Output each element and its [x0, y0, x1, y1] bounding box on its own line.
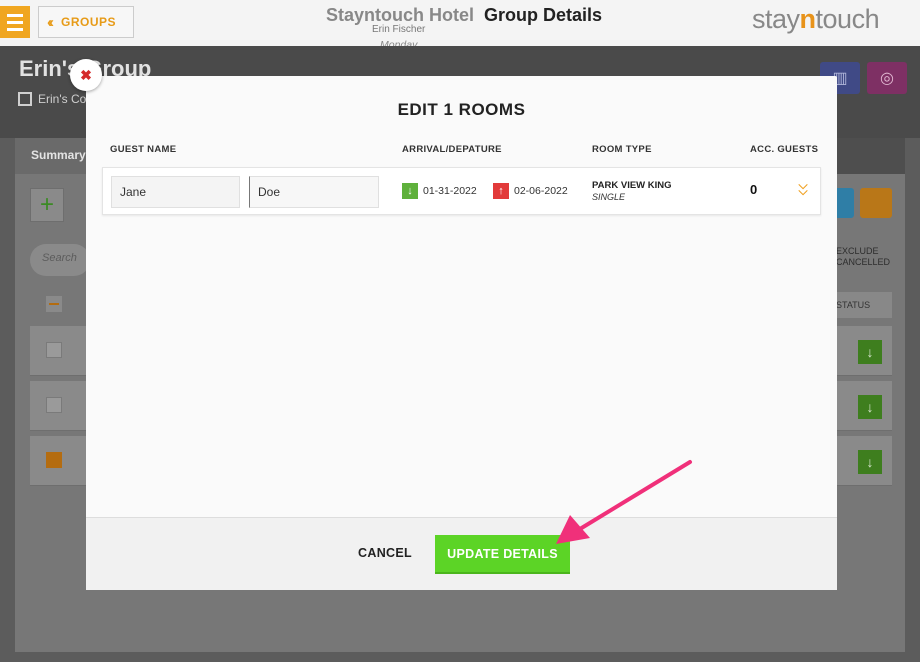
update-details-button[interactable]: UPDATE DETAILS	[435, 535, 570, 574]
departure-arrow-icon: ↑	[493, 183, 509, 199]
arrow-down-icon[interactable]: ↓	[858, 340, 882, 364]
room-subtype: SINGLE	[592, 192, 626, 202]
top-bar: ‹‹ GROUPS Stayntouch Hotel Group Details…	[0, 0, 920, 87]
plus-icon: +	[39, 191, 54, 218]
first-name-input[interactable]	[111, 176, 240, 208]
hamburger-menu-button[interactable]	[0, 6, 30, 38]
close-modal-button[interactable]: ✖	[70, 59, 102, 91]
close-icon: ✖	[80, 66, 92, 83]
double-chevron-left-icon: ‹‹	[47, 13, 54, 31]
hotel-name: Stayntouch Hotel	[326, 5, 475, 25]
arrival-date-value: 01-31-2022	[423, 185, 477, 197]
select-all-checkbox[interactable]	[46, 296, 62, 312]
row-checkbox[interactable]	[46, 342, 62, 358]
row-checkbox[interactable]	[46, 397, 62, 413]
user-name: Erin Fischer	[372, 24, 426, 35]
row-checkbox[interactable]	[46, 452, 62, 468]
globe-icon: ◎	[880, 70, 894, 87]
back-button-label: GROUPS	[61, 15, 117, 29]
add-room-button[interactable]: +	[30, 188, 64, 222]
arrow-down-icon[interactable]: ↓	[858, 395, 882, 419]
back-to-groups-button[interactable]: ‹‹ GROUPS	[38, 6, 134, 38]
user-info: Erin FischerMonday, 31 January 2022	[372, 24, 426, 87]
edit-rooms-modal: EDIT 1 ROOMS GUEST NAME ARRIVAL/DEPATURE…	[86, 76, 837, 590]
room-type-name: PARK VIEW KING	[592, 180, 672, 191]
building-icon	[18, 92, 32, 106]
room-type-header: ROOM TYPE	[592, 144, 652, 155]
arrow-down-icon[interactable]: ↓	[858, 450, 882, 474]
acc-guests-header: ACC. GUESTS	[750, 144, 819, 155]
arrival-date[interactable]: ↓ 01-31-2022	[402, 183, 477, 199]
exclude-cancelled-toggle[interactable]: EXCLUDE CANCELLED	[836, 246, 890, 268]
cancel-button[interactable]: CANCEL	[348, 546, 422, 566]
room-row: ↓ 01-31-2022 ↑ 02-06-2022 PARK VIEW KING…	[102, 167, 821, 215]
page-title: Group Details	[484, 5, 603, 25]
double-chevron-down-icon[interactable]: ⌵ ⌵	[797, 179, 809, 197]
departure-date-value: 02-06-2022	[514, 185, 568, 197]
room-type: PARK VIEW KING SINGLE	[592, 180, 672, 202]
status-column-header: STATUS	[836, 292, 892, 318]
accompanying-guests-count: 0	[750, 182, 758, 197]
departure-date[interactable]: ↑ 02-06-2022	[493, 183, 568, 199]
arrival-departure-header: ARRIVAL/DEPATURE	[402, 144, 502, 155]
document-button[interactable]	[836, 188, 854, 218]
tab-summary[interactable]: Summary	[15, 138, 95, 174]
print-button[interactable]	[860, 188, 892, 218]
stayntouch-logo: stayntouch	[752, 4, 880, 34]
globe-button[interactable]: ◎	[867, 62, 907, 94]
company-link[interactable]: Erin's Co	[18, 92, 86, 106]
arrival-arrow-icon: ↓	[402, 183, 418, 199]
modal-title: EDIT 1 ROOMS	[397, 100, 526, 119]
search-input[interactable]: Search	[30, 244, 90, 276]
company-name: Erin's Co	[38, 92, 87, 106]
last-name-input[interactable]	[249, 176, 379, 208]
guest-name-header: GUEST NAME	[110, 144, 177, 155]
